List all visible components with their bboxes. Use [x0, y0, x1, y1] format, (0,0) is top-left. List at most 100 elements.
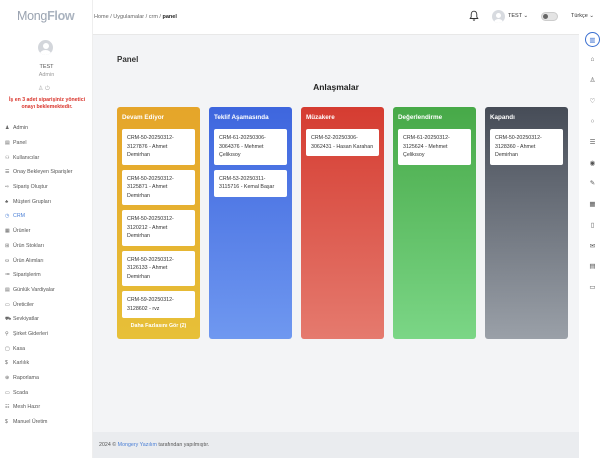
menu-item-icon: ♣: [5, 198, 9, 205]
sidebar-item-label: Günlük Vardiyalar: [13, 286, 55, 293]
show-more-button[interactable]: Daha Fazlasını Gör (2): [117, 323, 200, 329]
right-toolbar: Türkçe ⌄ ▥ ⌂ ♙ ♡ ○ ☰ ◉ ✎ ▦ ▯ ✉ ▤ ▭: [571, 0, 606, 458]
deal-column: Müzakere CRM-52-20250306-3062431 - Hasan …: [301, 107, 384, 339]
sidebar-item-label: Siparişlerim: [13, 272, 41, 279]
breadcrumb-apps[interactable]: Uygulamalar: [113, 14, 144, 20]
deal-card[interactable]: CRM-61-20250306-3064376 - Mehmet Çelikıs…: [214, 129, 287, 165]
menu-item-icon: ▦: [5, 228, 10, 235]
sidebar-item-label: Raporlama: [13, 375, 39, 382]
theme-toggle[interactable]: [541, 12, 558, 21]
sidebar-item-kullanıcılar[interactable]: ⚇ Kullanıcılar: [5, 150, 72, 165]
breadcrumb-crm[interactable]: crm: [149, 14, 158, 20]
sidebar-item-siparişlerim[interactable]: ≔ Siparişlerim: [5, 268, 72, 283]
mail-icon[interactable]: ✉: [586, 239, 599, 252]
deal-card[interactable]: CRM-50-20250312-3125871 - Ahmet Demirhan: [122, 169, 195, 205]
sidebar-item-label: Ürünler: [13, 228, 31, 235]
section-title: Anlaşmalar: [313, 82, 359, 92]
user-icon[interactable]: ♙: [586, 73, 599, 86]
heart-icon[interactable]: ♡: [586, 94, 599, 107]
tablet-icon[interactable]: ▯: [586, 218, 599, 231]
language-selector[interactable]: Türkçe ⌄: [571, 13, 594, 19]
menu-item-icon: ◷: [5, 213, 10, 220]
sidebar-item-label: Karlılık: [13, 360, 30, 367]
sidebar-item-müşteri-grupları[interactable]: ♣ Müşteri Grupları: [5, 194, 72, 209]
column-title: Değerlendirme: [398, 114, 443, 121]
footer: 2024 © Mongery Yazılım tarafından yapılm…: [93, 432, 579, 458]
document-icon[interactable]: ▭: [586, 280, 599, 293]
breadcrumb: Home / Uygulamalar / crm / panel: [94, 14, 177, 20]
deal-card[interactable]: CRM-50-20250312-3126133 - Ahmet Demirhan: [122, 250, 195, 286]
notification-bell-icon[interactable]: [469, 10, 479, 22]
menu-item-icon: ⛀: [5, 257, 10, 264]
topbar-user-menu[interactable]: TEST ⌄: [508, 13, 528, 19]
breadcrumb-home[interactable]: Home: [94, 14, 109, 20]
deal-card[interactable]: CRM-50-20250312-3128360 - Ahmet Demirhan: [490, 129, 563, 165]
user-action-icons[interactable]: ♙ ⏻: [38, 85, 50, 93]
menu-item-icon: ⚲: [5, 330, 9, 337]
sidebar-item-label: Üreticiler: [13, 301, 34, 308]
calendar-icon[interactable]: ▦: [586, 198, 599, 211]
sidebar-item-label: Sipariş Oluştur: [13, 184, 48, 191]
menu-item-icon: ♟: [5, 125, 10, 132]
chevron-down-icon: ⌄: [523, 13, 529, 19]
menu-item-icon: ▤: [5, 140, 10, 147]
sidebar-item-label: Kullanıcılar: [13, 154, 40, 161]
deal-card[interactable]: CRM-50-20250312-3127876 - Ahmet Demirhan: [122, 129, 195, 165]
sidebar-item-scada[interactable]: ▭ Scada: [5, 385, 72, 400]
sidebar-item-ürün-alımları[interactable]: ⛀ Ürün Alımları: [5, 253, 72, 268]
sidebar-item-panel[interactable]: ▤ Panel: [5, 136, 72, 151]
sidebar-item-günlük-vardiyalar[interactable]: ▤ Günlük Vardiyalar: [5, 283, 72, 298]
topbar-avatar[interactable]: [492, 10, 505, 23]
menu-item-icon: ☷: [5, 404, 10, 411]
layout-icon[interactable]: ▥: [585, 32, 600, 47]
deal-column: Devam Ediyor CRM-50-20250312-3127876 - Ah…: [117, 107, 200, 339]
sidebar-item-admin[interactable]: ♟ Admin: [5, 121, 72, 136]
sidebar-item-label: Onay Bekleyen Siparişler: [13, 169, 73, 176]
column-title: Müzakere: [306, 114, 335, 121]
coin-icon[interactable]: ◉: [586, 156, 599, 169]
pen-icon[interactable]: ✎: [586, 177, 599, 190]
menu-item-icon: ≔: [5, 272, 10, 279]
sidebar-item-label: Admin: [13, 125, 29, 132]
sidebar-item-sipariş-oluştur[interactable]: ⇨ Sipariş Oluştur: [5, 180, 72, 195]
sidebar-item-onay-bekleyen-siparişler[interactable]: ☰ Onay Bekleyen Siparişler: [5, 165, 72, 180]
sidebar-item-crm[interactable]: ◷ CRM: [5, 209, 72, 224]
sidebar-item-mesh-hazır[interactable]: ☷ Mesh Hazır: [5, 400, 72, 415]
deal-card[interactable]: CRM-59-20250312-3128602 - rvz: [122, 291, 195, 318]
sidebar-item-ürünler[interactable]: ▦ Ürünler: [5, 224, 72, 239]
sidebar-item-kasa[interactable]: ▢ Kasa: [5, 341, 72, 356]
sidebar-item-ürün-stokları[interactable]: ⊞ Ürün Stokları: [5, 239, 72, 254]
footer-brand-link[interactable]: Mongery Yazılım: [118, 442, 157, 448]
deal-card[interactable]: CRM-52-20250306-3062431 - Hasan Karahan: [306, 129, 379, 156]
sidebar-item-sevkiyatlar[interactable]: ⛟ Sevkiyatlar: [5, 312, 72, 327]
deal-card[interactable]: CRM-61-20250312-3125624 - Mehmet Çelikıs…: [398, 129, 471, 165]
sidebar-item-label: Mesh Hazır: [13, 404, 41, 411]
column-title: Kapandı: [490, 114, 515, 121]
sliders-icon[interactable]: ☰: [586, 136, 599, 149]
footer-suffix: tarafından yapılmıştır.: [158, 442, 210, 448]
column-title: Teklif Aşamasında: [214, 114, 269, 121]
top-bar: Home / Uygulamalar / crm / panel TEST ⌄: [93, 0, 579, 35]
sidebar-item-label: Panel: [13, 140, 27, 147]
footer-copyright: 2024 ©: [99, 442, 117, 448]
user-role: Admin: [38, 72, 55, 78]
sidebar-item-manuel-üretim[interactable]: $ Manuel Üretim: [5, 415, 72, 430]
sidebar-item-şirket-giderleri[interactable]: ⚲ Şirket Giderleri: [5, 327, 72, 342]
page-title: Panel: [117, 55, 139, 64]
sidebar-item-karlılık[interactable]: $ Karlılık: [5, 356, 72, 371]
grid-icon[interactable]: ▤: [586, 260, 599, 273]
sidebar-item-raporlama[interactable]: ⊕ Raporlama: [5, 371, 72, 386]
bank-icon[interactable]: ⌂: [586, 53, 599, 66]
circle-icon[interactable]: ○: [586, 115, 599, 128]
column-title: Devam Ediyor: [122, 114, 164, 121]
sidebar-item-label: Sevkiyatlar: [13, 316, 39, 323]
sidebar-item-üreticiler[interactable]: ▭ Üreticiler: [5, 297, 72, 312]
menu-item-icon: ▤: [5, 286, 10, 293]
app-logo[interactable]: MongFlow: [17, 9, 75, 23]
deal-card[interactable]: CRM-50-20250312-3120212 - Ahmet Demirhan: [122, 210, 195, 246]
menu-item-icon: ☰: [5, 169, 10, 176]
deal-card[interactable]: CRM-53-20250311-3115716 - Kemal Başar: [214, 169, 287, 197]
menu-item-icon: $: [5, 360, 8, 367]
chevron-down-icon: ⌄: [589, 13, 594, 19]
menu-item-icon: ▭: [5, 301, 10, 308]
